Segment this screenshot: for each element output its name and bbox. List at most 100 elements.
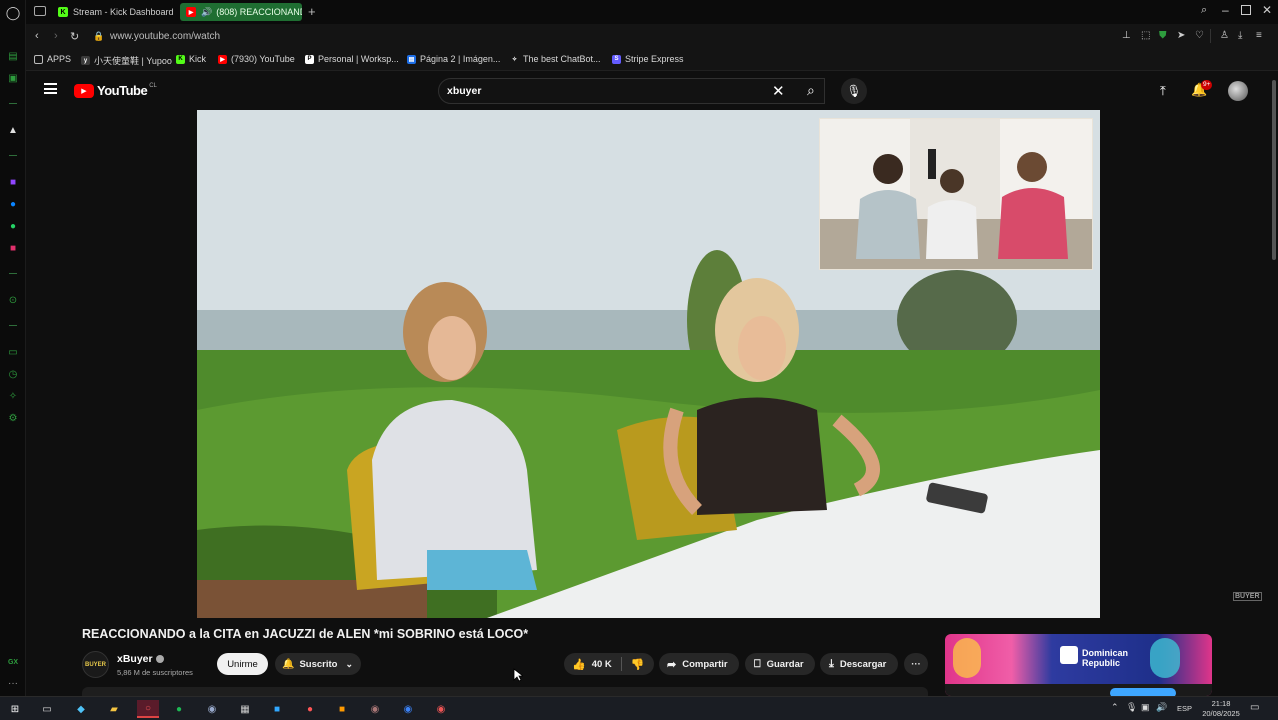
url-field[interactable]: www.youtube.com/watch [110, 31, 220, 42]
clear-search-icon[interactable]: ✕ [772, 82, 785, 100]
like-count[interactable]: 40 K [592, 659, 612, 670]
bookmark-youtube[interactable]: ▶ (7930) YouTube [218, 54, 295, 64]
snapshot-icon[interactable]: ⬚ [1141, 30, 1150, 41]
illustrator-icon[interactable]: ■ [333, 700, 351, 718]
video-player[interactable] [197, 110, 1100, 618]
maximize-icon[interactable] [1241, 5, 1251, 15]
photoshop-icon[interactable]: ■ [268, 700, 286, 718]
bookmark-freepik[interactable]: ▤ Página 2 | Imágen... [407, 54, 500, 64]
steam-icon[interactable]: ◉ [203, 700, 221, 718]
gx-icon[interactable]: GX [5, 654, 21, 670]
forward-icon[interactable]: › [54, 30, 58, 42]
voice-search-icon[interactable]: 🎙 [841, 78, 867, 104]
ad-cta-button[interactable] [1110, 688, 1176, 696]
bookmark-chatbot[interactable]: ✧ The best ChatBot... [510, 54, 601, 64]
youtube-logo[interactable]: ▶ YouTube CL [74, 83, 157, 98]
close-window-icon[interactable]: ✕ [1262, 3, 1272, 17]
wallet-icon[interactable]: ▭ [5, 345, 21, 361]
notifications-center-icon[interactable]: ▭ [1250, 702, 1259, 713]
settings-icon[interactable]: ⚙ [5, 411, 21, 427]
player-icon[interactable]: ⊙ [5, 293, 21, 309]
language-indicator[interactable]: ESP [1177, 704, 1192, 713]
bookmark-apps[interactable]: APPS [34, 54, 71, 64]
search-tabs-icon[interactable]: ⌕ [1201, 4, 1207, 17]
obs-icon[interactable]: ◉ [432, 700, 450, 718]
twitch-icon[interactable]: ■ [5, 175, 21, 191]
search-input[interactable]: xbuyer [447, 85, 481, 97]
more-actions-button[interactable]: ··· [904, 653, 928, 675]
tab-islands-icon[interactable] [34, 6, 46, 16]
extensions-icon[interactable]: ✧ [5, 389, 21, 405]
start-icon[interactable]: ⊞ [6, 700, 24, 718]
search-icon[interactable]: ⌕ [807, 82, 815, 99]
brave-icon[interactable]: ● [301, 700, 319, 718]
app-icon[interactable]: ◉ [399, 700, 417, 718]
page-scrollbar[interactable] [1270, 72, 1278, 696]
tab-youtube-active[interactable]: ▶ 🔊 (808) REACCIONANDO [180, 3, 302, 21]
subscribed-button[interactable]: 🔔 Suscrito ⌄ [275, 653, 361, 675]
adblock-icon[interactable]: ⛊ [1159, 30, 1167, 41]
download-button[interactable]: ⤓ Descargar [820, 653, 898, 675]
bookmark-yupoo[interactable]: y 小天使童鞋 | Yupoo [81, 54, 172, 67]
aria-icon[interactable]: ▤ [5, 49, 21, 65]
workspace-icon[interactable]: ▣ [5, 71, 21, 87]
pin-icon[interactable]: ⊥ [1122, 30, 1131, 41]
spotify-icon[interactable]: ● [170, 700, 188, 718]
microphone-tray-icon[interactable]: 🎙 [1126, 702, 1137, 713]
tab-kick-dashboard[interactable]: K Stream - Kick Dashboard [52, 3, 176, 21]
speaker-icon[interactable]: 🔊 [201, 7, 212, 18]
hamburger-menu-icon[interactable] [44, 83, 57, 94]
calculator-icon[interactable]: ▦ [236, 700, 254, 718]
history-icon[interactable]: ◷ [5, 367, 21, 383]
send-icon[interactable]: ➤ [1177, 30, 1185, 41]
network-tray-icon[interactable]: ▣ [1141, 702, 1150, 713]
discord-icon[interactable]: ◉ [366, 700, 384, 718]
channel-name-row[interactable]: xBuyer [117, 653, 164, 665]
save-button[interactable]: ⎕ Guardar [745, 653, 815, 675]
channel-avatar[interactable]: BUYER [82, 651, 109, 678]
bookmark-label: The best ChatBot... [523, 54, 601, 64]
bookmark-kick[interactable]: K Kick [176, 54, 206, 64]
file-explorer-icon[interactable]: ▰ [105, 700, 123, 718]
ad-banner[interactable]: Dominican Republic [945, 634, 1212, 696]
share-button[interactable]: ➦ Compartir [659, 653, 739, 675]
bookmark-notion[interactable]: P Personal | Worksp... [305, 54, 399, 64]
sidebar-divider [9, 273, 17, 274]
back-icon[interactable]: ‹ [35, 30, 39, 42]
like-icon[interactable]: 👍 [572, 658, 586, 671]
opera-gx-taskbar-icon[interactable]: ○ [137, 700, 159, 718]
opera-logo-icon[interactable]: ◯ [5, 4, 21, 20]
heart-icon[interactable]: ♡ [1195, 30, 1204, 41]
share-label: Compartir [682, 658, 728, 670]
reload-icon[interactable]: ↻ [70, 30, 79, 43]
video-title: REACCIONANDO a la CITA en JACUZZI de ALE… [82, 627, 529, 641]
tray-chevron-icon[interactable]: ⌃ [1111, 702, 1119, 713]
channel-watermark[interactable]: BUYER [1233, 592, 1262, 601]
minimize-icon[interactable]: – [1222, 3, 1229, 17]
dislike-icon[interactable]: 👎 [631, 658, 645, 671]
lock-icon: 🔒 [93, 31, 105, 41]
share-icon: ➦ [667, 658, 677, 671]
more-icon[interactable]: ··· [5, 676, 21, 692]
new-tab-button[interactable]: + [308, 4, 316, 19]
whatsapp-icon[interactable]: ● [5, 219, 21, 235]
dominican-logo-icon [1060, 646, 1078, 664]
copilot-icon[interactable]: ◆ [72, 700, 90, 718]
menu-icon[interactable]: ≡ [1256, 30, 1262, 41]
join-button[interactable]: Unirme [217, 653, 268, 675]
clock[interactable]: 21:18 20/08/2025 [1200, 699, 1242, 719]
messenger-icon[interactable]: ● [5, 197, 21, 213]
instagram-icon[interactable]: ■ [5, 241, 21, 257]
account-icon[interactable]: ♙ [1220, 30, 1229, 41]
kick-sidebar-icon[interactable]: ▲ [5, 123, 21, 139]
bookmark-stripe[interactable]: S Stripe Express [612, 54, 684, 64]
description-box[interactable] [82, 687, 928, 696]
profile-avatar[interactable] [1228, 81, 1248, 101]
task-view-icon[interactable]: ▭ [38, 700, 56, 718]
channel-name[interactable]: xBuyer [117, 653, 153, 665]
upload-icon[interactable]: ⤒ [1160, 83, 1166, 99]
youtube-play-icon: ▶ [74, 83, 94, 98]
search-box[interactable]: xbuyer ✕ ⌕ [438, 78, 825, 104]
volume-tray-icon[interactable]: 🔊 [1156, 702, 1167, 713]
download-icon[interactable]: ⤓ [1238, 30, 1242, 41]
